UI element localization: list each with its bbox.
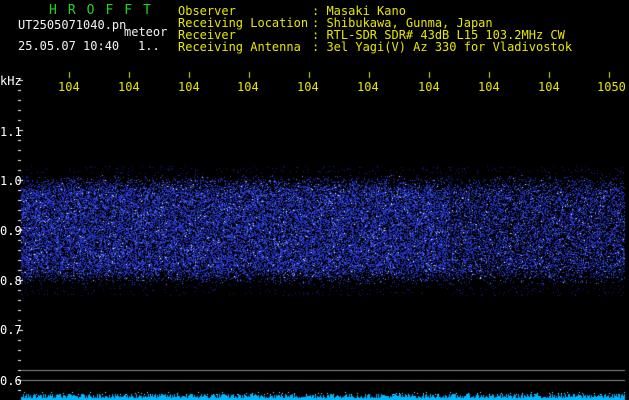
x-tick-4: 104: [297, 80, 319, 94]
counter-label: 1..: [138, 39, 160, 53]
spectrogram-canvas: [0, 0, 629, 400]
y-tick-1-1: 1.1: [0, 125, 22, 139]
x-tick-7: 104: [478, 80, 500, 94]
app-title: HROFFT: [49, 3, 162, 18]
y-tick-0-9: 0.9: [0, 224, 22, 238]
y-tick-0-7: 0.7: [0, 323, 22, 337]
antenna-label: Receiving Antenna: [178, 40, 301, 54]
x-tick-3: 104: [237, 80, 259, 94]
x-tick-8: 104: [538, 80, 560, 94]
y-tick-1-0: 1.0: [0, 174, 22, 188]
filename-label: UT2505071040.pn: [18, 18, 127, 32]
x-tick-5: 104: [357, 80, 379, 94]
x-tick-2: 104: [178, 80, 200, 94]
x-tick-1: 104: [118, 80, 140, 94]
x-tick-9: 1050: [597, 80, 626, 94]
x-tick-6: 104: [418, 80, 440, 94]
y-tick-0-6: 0.6: [0, 374, 22, 388]
y-unit-label: kHz: [0, 74, 22, 88]
meteor-label: meteor: [124, 25, 168, 39]
x-tick-0: 104: [58, 80, 80, 94]
antenna-value: : 3el Yagi(V) Az 330 for Vladivostok: [312, 40, 573, 54]
datetime-label: 25.05.07 10:40: [18, 39, 120, 53]
y-tick-0-8: 0.8: [0, 274, 22, 288]
